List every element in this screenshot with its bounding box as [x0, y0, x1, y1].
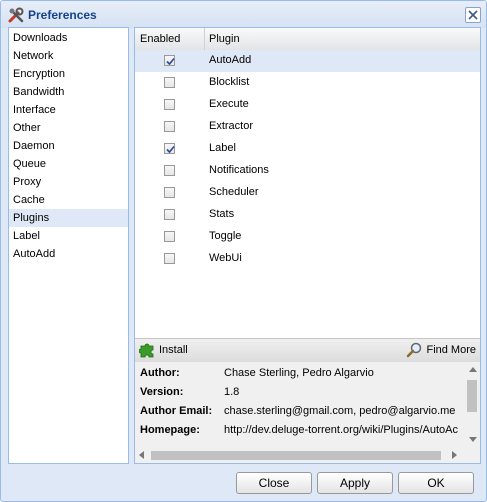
plugins-panel: Enabled Plugin AutoAdd Blocklist Execute Ex… — [134, 27, 481, 464]
plugin-name: Notifications — [209, 164, 269, 176]
sidebar-item-autoadd[interactable]: AutoAdd — [9, 245, 128, 263]
scroll-right-arrow[interactable] — [452, 451, 457, 459]
install-label: Install — [159, 344, 188, 356]
sidebar-item-cache[interactable]: Cache — [9, 191, 128, 209]
plugin-row[interactable]: Stats — [135, 204, 480, 226]
author-value: Chase Sterling, Pedro Algarvio — [224, 367, 374, 379]
plugin-name: WebUi — [209, 252, 242, 264]
column-header-enabled[interactable]: Enabled — [140, 33, 180, 45]
close-icon — [468, 10, 478, 20]
find-more-button[interactable]: Find More — [406, 342, 476, 359]
plugin-enabled-checkbox[interactable] — [164, 55, 175, 66]
plugins-grid-body: AutoAdd Blocklist Execute Extractor Label Not… — [135, 50, 480, 270]
sidebar-item-other[interactable]: Other — [9, 119, 128, 137]
install-button[interactable]: Install — [139, 342, 188, 359]
preferences-window: Preferences Downloads Network Encryption Ba… — [0, 0, 487, 502]
horizontal-scroll-thumb[interactable] — [151, 451, 441, 460]
sidebar-item-daemon[interactable]: Daemon — [9, 137, 128, 155]
magnifier-icon — [407, 342, 422, 358]
plugin-enabled-checkbox[interactable] — [164, 231, 175, 242]
close-button[interactable]: Close — [236, 472, 312, 494]
scroll-down-arrow[interactable] — [469, 437, 477, 442]
homepage-row: Homepage: http://dev.deluge-torrent.org/… — [140, 421, 465, 439]
plugin-row[interactable]: Extractor — [135, 116, 480, 138]
author-label: Author: — [140, 367, 180, 379]
tools-icon — [8, 7, 24, 23]
window-close-button[interactable] — [465, 7, 481, 23]
sidebar-item-interface[interactable]: Interface — [9, 101, 128, 119]
plugin-info-panel: Author: Chase Sterling, Pedro Algarvio V… — [135, 362, 480, 463]
plugin-row[interactable]: Scheduler — [135, 182, 480, 204]
plugin-enabled-checkbox[interactable] — [164, 253, 175, 264]
plugin-row[interactable]: Toggle — [135, 226, 480, 248]
sidebar-item-encryption[interactable]: Encryption — [9, 65, 128, 83]
plugin-enabled-checkbox[interactable] — [164, 143, 175, 154]
plugin-enabled-checkbox[interactable] — [164, 77, 175, 88]
vertical-scroll-thumb[interactable] — [467, 380, 477, 412]
plugin-row[interactable]: Blocklist — [135, 72, 480, 94]
plugin-name: Stats — [209, 208, 235, 220]
plugin-name: Extractor — [209, 120, 254, 132]
checkmark-icon — [166, 145, 175, 154]
plugin-row[interactable]: Notifications — [135, 160, 480, 182]
window-title: Preferences — [28, 8, 97, 22]
sidebar-item-proxy[interactable]: Proxy — [9, 173, 128, 191]
email-label: Author Email: — [140, 405, 213, 417]
plugin-enabled-checkbox[interactable] — [164, 209, 175, 220]
scroll-up-arrow[interactable] — [469, 367, 477, 372]
puzzle-piece-icon — [139, 343, 154, 358]
info-vertical-scrollbar[interactable] — [465, 362, 480, 447]
sidebar-item-plugins[interactable]: Plugins — [9, 209, 128, 227]
plugin-row[interactable]: WebUi — [135, 248, 480, 270]
ok-button[interactable]: OK — [398, 472, 474, 494]
sidebar-item-network[interactable]: Network — [9, 47, 128, 65]
homepage-label: Homepage: — [140, 424, 200, 436]
plugins-toolbar: Install Find More — [135, 338, 480, 363]
plugin-enabled-checkbox[interactable] — [164, 121, 175, 132]
plugin-name: Toggle — [209, 230, 242, 242]
plugin-enabled-checkbox[interactable] — [164, 187, 175, 198]
version-value: 1.8 — [224, 386, 240, 398]
plugin-name: Execute — [209, 98, 249, 110]
sidebar-item-downloads[interactable]: Downloads — [9, 29, 128, 47]
column-header-plugin[interactable]: Plugin — [209, 33, 240, 45]
plugin-row[interactable]: AutoAdd — [135, 50, 480, 72]
apply-button[interactable]: Apply — [317, 472, 393, 494]
plugin-enabled-checkbox[interactable] — [164, 99, 175, 110]
plugin-name: AutoAdd — [209, 54, 252, 66]
sidebar-item-queue[interactable]: Queue — [9, 155, 128, 173]
plugin-enabled-checkbox[interactable] — [164, 165, 175, 176]
plugin-row[interactable]: Execute — [135, 94, 480, 116]
homepage-link[interactable]: http://dev.deluge-torrent.org/wiki/Plugi… — [224, 421, 458, 439]
column-divider[interactable] — [204, 28, 205, 50]
sidebar-item-bandwidth[interactable]: Bandwidth — [9, 83, 128, 101]
info-horizontal-scrollbar[interactable] — [135, 448, 465, 463]
plugin-name: Label — [209, 142, 236, 154]
email-value: chase.sterling@gmail.com, pedro@algarvio… — [224, 405, 456, 417]
title-bar: Preferences — [1, 1, 486, 28]
plugin-row[interactable]: Label — [135, 138, 480, 160]
plugin-name: Scheduler — [209, 186, 259, 198]
scroll-left-arrow[interactable] — [139, 451, 144, 459]
checkmark-icon — [166, 57, 175, 66]
find-more-label: Find More — [426, 344, 476, 356]
plugins-grid-header: Enabled Plugin — [135, 28, 480, 51]
preferences-category-list: Downloads Network Encryption Bandwidth Inter… — [8, 27, 129, 464]
plugin-name: Blocklist — [209, 76, 250, 88]
sidebar-item-label[interactable]: Label — [9, 227, 128, 245]
version-label: Version: — [140, 386, 184, 398]
